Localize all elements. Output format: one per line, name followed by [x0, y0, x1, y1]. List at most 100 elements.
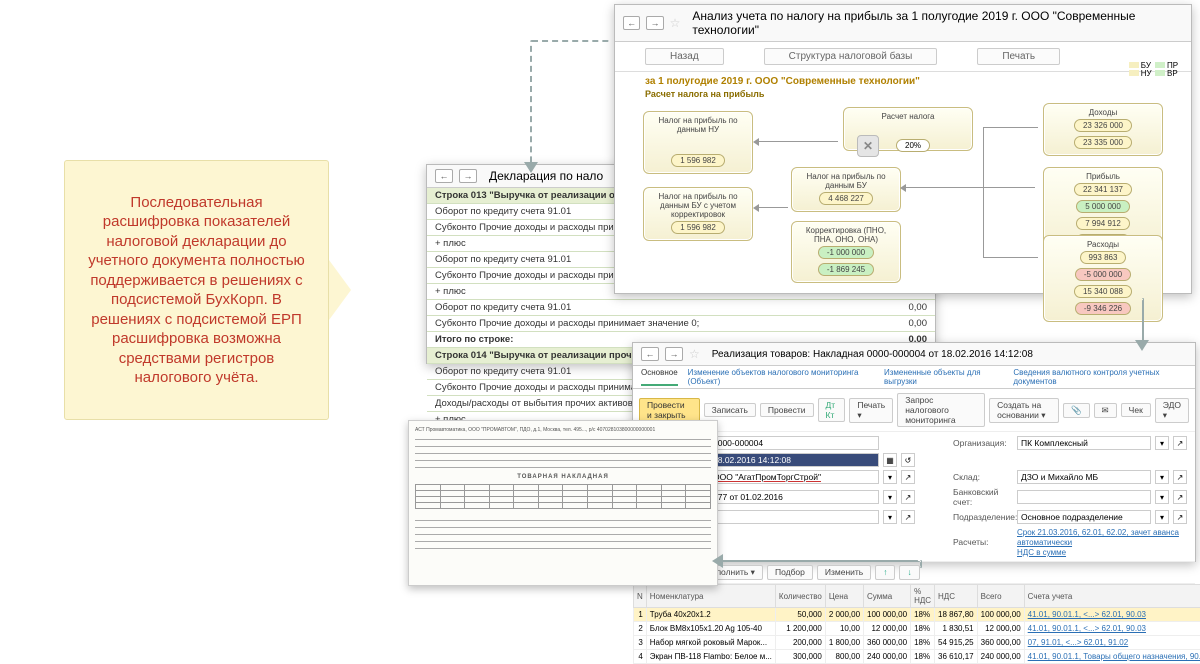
label-org: Организация:	[953, 438, 1013, 448]
nav-back-button[interactable]: ←	[435, 169, 453, 183]
table-row[interactable]: 3Набор мягкой роковый Марок...200,0001 8…	[634, 636, 1200, 650]
box-expense[interactable]: Расходы 993 863 -5 000 000 15 340 088 -9…	[1043, 235, 1163, 322]
declaration-title: Декларация по нало	[489, 169, 603, 183]
pill-income2[interactable]: 23 335 000	[1074, 136, 1132, 149]
dropdown-icon[interactable]: ▾	[1155, 510, 1169, 524]
flow-arrow-icon	[524, 162, 538, 173]
open-icon[interactable]: ↗	[901, 470, 915, 484]
tab-changed-objects[interactable]: Измененные объекты для выгрузки	[884, 368, 1003, 386]
bank-account-field[interactable]	[1017, 490, 1151, 504]
contractor-field[interactable]	[709, 470, 879, 484]
nds-link[interactable]: НДС в сумме	[1017, 548, 1066, 557]
move-up-button[interactable]: ↑	[875, 565, 895, 580]
invoice-header: ← → ☆ Реализация товаров: Накладная 0000…	[633, 343, 1195, 366]
pill-exp2[interactable]: -5 000 000	[1075, 268, 1131, 281]
period-line: за 1 полугодие 2019 г. ООО "Современные …	[645, 76, 1161, 87]
table-header-row: N Номенклатура Количество Цена Сумма % Н…	[634, 585, 1200, 608]
invoice-title: Реализация товаров: Накладная 0000-00000…	[712, 349, 1033, 360]
pill-corr2[interactable]: -1 869 245	[818, 263, 874, 276]
open-icon[interactable]: ↗	[1173, 490, 1187, 504]
undo-icon[interactable]: ↺	[901, 453, 915, 467]
create-based-on-button[interactable]: Создать на основании ▾	[989, 398, 1059, 423]
nav-fwd-button[interactable]: →	[646, 16, 663, 30]
box-tax-nu[interactable]: Налог на прибыль по данным НУ 1 596 982	[643, 111, 753, 174]
post-and-close-button[interactable]: Провести и закрыть	[639, 398, 700, 422]
open-icon[interactable]: ↗	[901, 510, 915, 524]
label-sklad: Склад:	[953, 472, 1013, 482]
open-icon[interactable]: ↗	[1173, 510, 1187, 524]
contract-field[interactable]	[709, 490, 879, 504]
number-field[interactable]	[709, 436, 879, 450]
pill-exp4[interactable]: -9 346 226	[1075, 302, 1131, 315]
move-down-button[interactable]: ↓	[899, 565, 919, 580]
nav-fwd-button[interactable]: →	[459, 169, 477, 183]
analysis-header: ← → ☆ Анализ учета по налогу на прибыль …	[615, 5, 1191, 42]
nav-back-button[interactable]: ←	[641, 347, 659, 361]
edit-button[interactable]: Изменить	[817, 565, 871, 580]
tab-monitoring-objects[interactable]: Изменение объектов налогового мониторинг…	[688, 368, 874, 386]
print-title: ТОВАРНАЯ НАКЛАДНАЯ	[415, 474, 711, 480]
pill-profit3[interactable]: 7 994 912	[1076, 217, 1130, 230]
print-form-preview: АСТ Промавтоматика, ООО "ПРОМАВТОМ", ПДО…	[408, 420, 718, 586]
pill-rate[interactable]: 20%	[896, 139, 930, 152]
pill-profit2[interactable]: 5 000 000	[1076, 200, 1130, 213]
dropdown-icon[interactable]: ▾	[883, 490, 897, 504]
print-button[interactable]: Печать	[977, 48, 1060, 65]
org-field[interactable]	[1017, 436, 1151, 450]
pill-corr1[interactable]: -1 000 000	[818, 246, 874, 259]
favorite-icon[interactable]: ☆	[670, 16, 681, 30]
mail-button[interactable]: ✉	[1094, 403, 1117, 418]
box-tax-bu-perm[interactable]: Налог на прибыль по данным БУ с учетом к…	[643, 187, 753, 241]
save-button[interactable]: Записать	[704, 403, 756, 417]
tab-main[interactable]: Основное	[641, 368, 678, 386]
table-row[interactable]: 1Труба 40х20х1.250,0002 000,00100 000,00…	[634, 608, 1200, 622]
box-correction[interactable]: Корректировка (ПНО, ПНА, ОНО, ОНА) -1 00…	[791, 221, 901, 283]
dr-cr-button[interactable]: Дт Кт	[818, 398, 846, 422]
pill-tax-bu-perm[interactable]: 1 596 982	[671, 221, 725, 234]
attach-button[interactable]: 📎	[1063, 403, 1090, 418]
nav-fwd-button[interactable]: →	[665, 347, 683, 361]
pick-button[interactable]: Подбор	[767, 565, 813, 580]
receipt-button[interactable]: Чек	[1121, 403, 1151, 417]
pill-exp3[interactable]: 15 340 088	[1074, 285, 1132, 298]
dropdown-icon[interactable]: ▾	[883, 470, 897, 484]
edo-button[interactable]: ЭДО ▾	[1155, 398, 1189, 423]
print-menu-button[interactable]: Печать ▾	[849, 398, 893, 423]
dropdown-icon[interactable]: ▾	[1155, 436, 1169, 450]
callout-note: Последовательная расшифровка показателей…	[64, 160, 329, 420]
tax-base-structure-button[interactable]: Структура налоговой базы	[764, 48, 938, 65]
pill-exp1[interactable]: 993 863	[1080, 251, 1127, 264]
post-button[interactable]: Провести	[760, 403, 814, 417]
label-bank: Банковский счет:	[953, 487, 1013, 507]
pill-tax-nu[interactable]: 1 596 982	[671, 154, 725, 167]
table-row[interactable]: 4Экран ПВ-118 Flambo: Белое м...300,0008…	[634, 650, 1200, 664]
callout-text: Последовательная расшифровка показателей…	[81, 193, 312, 388]
open-icon[interactable]: ↗	[1173, 470, 1187, 484]
open-icon[interactable]: ↗	[1173, 436, 1187, 450]
analysis-title: Анализ учета по налогу на прибыль за 1 п…	[692, 9, 1183, 37]
pill-profit1[interactable]: 22 341 137	[1074, 183, 1132, 196]
legend: БУ ПР НУ ВР	[1129, 61, 1179, 77]
label-podr: Подразделение:	[953, 512, 1013, 522]
warehouse-field[interactable]	[1017, 470, 1151, 484]
print-meta: АСТ Промавтоматика, ООО "ПРОМАВТОМ", ПДО…	[415, 427, 711, 433]
box-income[interactable]: Доходы 23 326 000 23 335 000	[1043, 103, 1163, 156]
favorite-icon[interactable]: ☆	[689, 347, 700, 361]
pill-tax-bu[interactable]: 4 468 227	[819, 192, 873, 205]
tab-currency-control[interactable]: Сведения валютного контроля учетных доку…	[1013, 368, 1187, 386]
dropdown-icon[interactable]: ▾	[1155, 490, 1169, 504]
date-field[interactable]	[709, 453, 879, 467]
back-button[interactable]: Назад	[645, 48, 724, 65]
invoice-ref-field[interactable]	[709, 510, 879, 524]
table-row[interactable]: 2Блок BM8x105x1.20 Ag 105-401 200,00010,…	[634, 622, 1200, 636]
open-icon[interactable]: ↗	[901, 490, 915, 504]
box-tax-bu[interactable]: Налог на прибыль по данным БУ 4 468 227	[791, 167, 901, 212]
dropdown-icon[interactable]: ▾	[1155, 470, 1169, 484]
settlements-link[interactable]: Срок 21.03.2016, 62.01, 62.02, зачет ава…	[1017, 528, 1179, 547]
calendar-icon[interactable]: ▦	[883, 453, 897, 467]
dropdown-icon[interactable]: ▾	[883, 510, 897, 524]
pill-income1[interactable]: 23 326 000	[1074, 119, 1132, 132]
department-field[interactable]	[1017, 510, 1151, 524]
tax-monitoring-request-button[interactable]: Запрос налогового мониторинга	[897, 393, 985, 427]
nav-back-button[interactable]: ←	[623, 16, 640, 30]
